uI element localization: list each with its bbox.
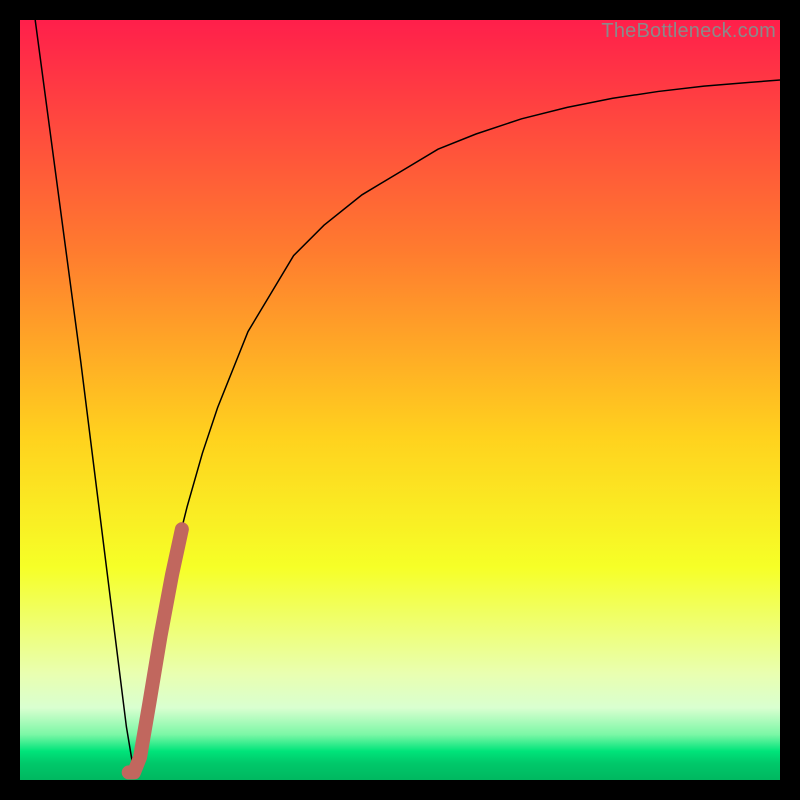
watermark-text: TheBottleneck.com [601, 20, 776, 43]
chart-frame: TheBottleneck.com [20, 20, 780, 780]
chart-svg [20, 20, 780, 780]
gradient-background [20, 20, 780, 780]
